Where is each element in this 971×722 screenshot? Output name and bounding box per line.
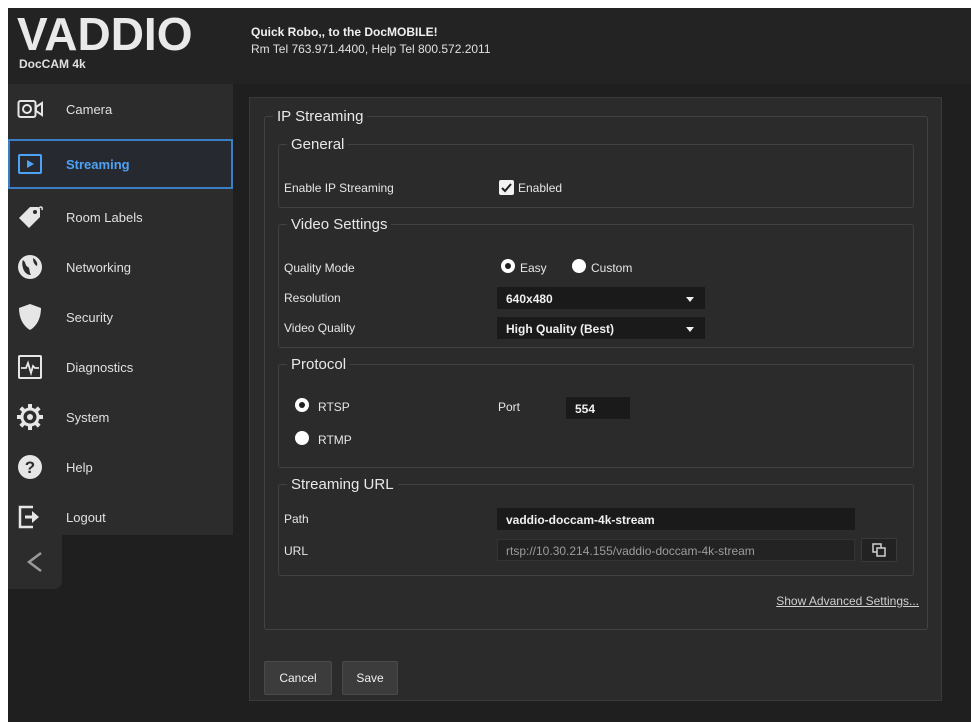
sidebar-item-label: System xyxy=(66,409,110,425)
save-button[interactable]: Save xyxy=(342,661,398,695)
path-label: Path xyxy=(284,512,309,526)
sidebar-item-label: Diagnostics xyxy=(66,359,134,375)
sidebar: Camera Streaming Room Labels Networking … xyxy=(8,84,233,535)
svg-text:?: ? xyxy=(25,458,35,477)
enabled-label: Enabled xyxy=(518,181,563,195)
enable-streaming-checkbox[interactable] xyxy=(499,180,514,195)
model-name: DocCAM 4k xyxy=(19,57,86,71)
help-icon: ? xyxy=(16,453,44,481)
sidebar-item-camera[interactable]: Camera xyxy=(8,84,233,134)
sidebar-item-help[interactable]: ? Help xyxy=(8,442,233,492)
globe-icon xyxy=(16,253,44,281)
quality-mode-easy-label: Easy xyxy=(520,261,547,275)
section-title: Video Settings xyxy=(291,216,388,233)
section-title: Streaming URL xyxy=(291,476,394,493)
url-label: URL xyxy=(284,544,309,558)
sidebar-item-security[interactable]: Security xyxy=(8,292,233,342)
tag-icon xyxy=(16,203,44,231)
quality-mode-label: Quality Mode xyxy=(284,261,355,275)
show-advanced-settings-link[interactable]: Show Advanced Settings... xyxy=(776,594,919,608)
shield-icon xyxy=(16,303,44,331)
quality-mode-custom-radio[interactable] xyxy=(572,259,586,273)
copy-url-button[interactable] xyxy=(861,538,897,562)
section-title: Protocol xyxy=(291,356,347,373)
url-value: rtsp://10.30.214.155/vaddio-doccam-4k-st… xyxy=(506,544,755,558)
sidebar-item-label: Logout xyxy=(66,509,106,525)
protocol-rtmp-radio[interactable] xyxy=(295,431,309,445)
phone-info: Rm Tel 763.971.4400, Help Tel 800.572.20… xyxy=(251,42,491,56)
room-name: Quick Robo,, to the DocMOBILE! xyxy=(251,25,438,39)
video-quality-value: High Quality (Best) xyxy=(506,322,615,336)
chevron-left-icon xyxy=(26,552,42,572)
sidebar-item-label: Camera xyxy=(66,101,113,117)
path-value: vaddio-doccam-4k-stream xyxy=(506,513,655,527)
logout-icon xyxy=(16,503,44,531)
sidebar-item-networking[interactable]: Networking xyxy=(8,242,233,292)
collapse-sidebar-button[interactable] xyxy=(8,535,62,589)
protocol-rtsp-radio[interactable] xyxy=(295,398,309,412)
sidebar-item-label: Room Labels xyxy=(66,209,143,225)
protocol-rtsp-label: RTSP xyxy=(318,400,350,414)
port-input[interactable]: 554 xyxy=(566,397,630,419)
quality-mode-custom-label: Custom xyxy=(591,261,633,275)
video-quality-label: Video Quality xyxy=(284,321,356,335)
check-icon xyxy=(501,182,512,192)
vaddio-logo: VADDIO xyxy=(17,8,193,60)
url-field[interactable]: rtsp://10.30.214.155/vaddio-doccam-4k-st… xyxy=(497,539,855,561)
path-input[interactable]: vaddio-doccam-4k-stream xyxy=(497,508,855,530)
quality-mode-easy-radio[interactable] xyxy=(501,259,515,273)
resolution-label: Resolution xyxy=(284,291,341,305)
sidebar-item-room-labels[interactable]: Room Labels xyxy=(8,192,233,242)
resolution-select[interactable]: 640x480 xyxy=(497,287,705,309)
sidebar-item-label: Help xyxy=(66,459,93,475)
sidebar-item-label: Streaming xyxy=(66,156,130,172)
enable-streaming-label: Enable IP Streaming xyxy=(284,181,394,195)
app-window: VADDIO DocCAM 4k Quick Robo,, to the Doc… xyxy=(8,8,971,722)
general-section: General xyxy=(278,136,914,208)
sidebar-item-streaming[interactable]: Streaming xyxy=(8,139,233,189)
protocol-rtmp-label: RTMP xyxy=(318,433,352,447)
chevron-down-icon xyxy=(686,327,694,332)
gear-icon xyxy=(16,403,44,431)
header: VADDIO DocCAM 4k Quick Robo,, to the Doc… xyxy=(8,8,971,84)
copy-icon xyxy=(872,543,886,557)
camera-icon xyxy=(16,95,44,123)
port-label: Port xyxy=(498,400,521,414)
play-icon xyxy=(16,150,44,178)
cancel-button[interactable]: Cancel xyxy=(264,661,332,695)
port-value: 554 xyxy=(575,402,596,416)
video-quality-select[interactable]: High Quality (Best) xyxy=(497,317,705,339)
sidebar-item-label: Networking xyxy=(66,259,132,275)
sidebar-item-label: Security xyxy=(66,309,113,325)
sidebar-item-system[interactable]: System xyxy=(8,392,233,442)
resolution-value: 640x480 xyxy=(506,292,553,306)
sidebar-item-diagnostics[interactable]: Diagnostics xyxy=(8,342,233,392)
main-panel: IP Streaming General Enable IP Streaming… xyxy=(249,97,942,701)
chevron-down-icon xyxy=(686,297,694,302)
pulse-icon xyxy=(16,353,44,381)
page-title: IP Streaming xyxy=(277,108,364,125)
section-title: General xyxy=(291,136,345,153)
